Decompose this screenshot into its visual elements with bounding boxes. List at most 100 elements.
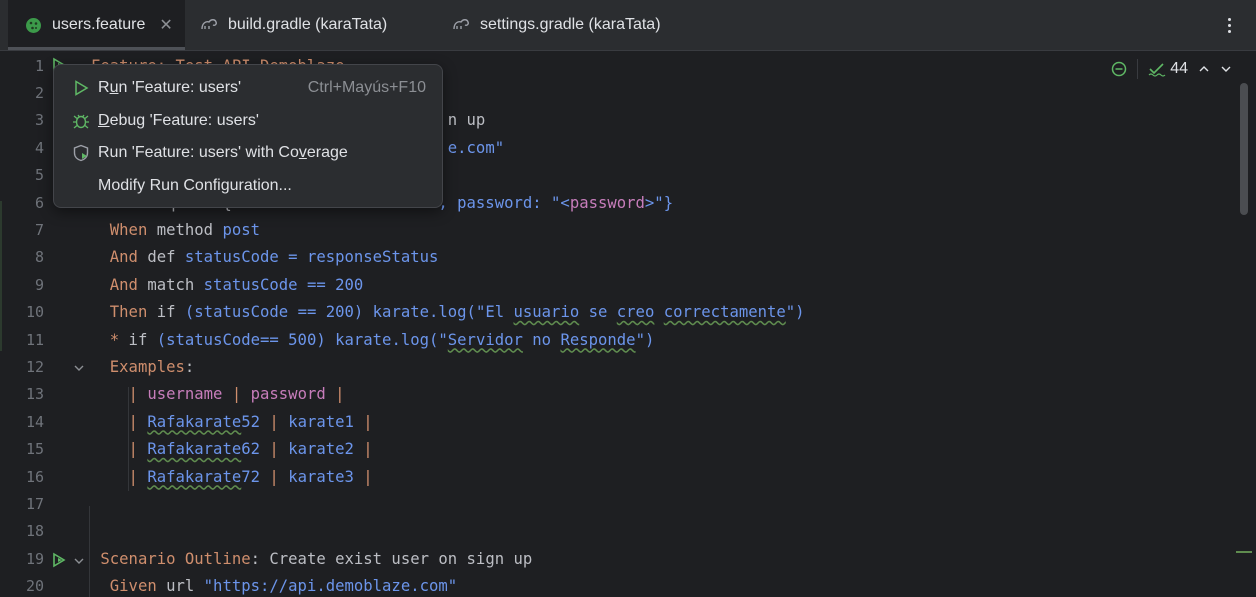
code-token: When <box>91 220 148 239</box>
code-token: | <box>353 467 373 486</box>
code-token: ") <box>785 303 805 322</box>
run-context-popup: Run 'Feature: users' Ctrl+Mayús+F10 Debu… <box>53 64 443 208</box>
chevron-up-icon[interactable] <box>1198 63 1210 75</box>
code-token: if <box>119 330 157 349</box>
code-line[interactable]: | username | password | <box>91 381 345 408</box>
code-token: Rafakarate <box>147 467 242 486</box>
menu-item-run[interactable]: Run 'Feature: users' Ctrl+Mayús+F10 <box>54 72 442 105</box>
fold-chevron-icon[interactable] <box>73 555 85 567</box>
code-token: (statusCode == 200) karate.log("El <box>184 303 514 322</box>
menu-item-debug[interactable]: Debug 'Feature: users' <box>54 105 442 138</box>
code-token: | <box>260 412 289 431</box>
typo-count: 44 <box>1170 60 1188 77</box>
inspection-widget[interactable]: 44 <box>1111 59 1232 79</box>
tab-users-feature[interactable]: users.feature ✕ <box>8 0 185 50</box>
line-number: 12 <box>25 357 44 376</box>
code-token: correctamente <box>663 303 786 322</box>
code-token: karate2 <box>288 440 354 459</box>
run-scenario-icon[interactable] <box>51 552 67 568</box>
scroll-marker <box>1236 551 1252 553</box>
menu-item-label: Modify Run Configuration... <box>98 177 292 195</box>
code-token: | <box>353 412 373 431</box>
line-number: 4 <box>34 138 44 157</box>
line-number: 5 <box>34 166 44 185</box>
code-line[interactable]: | Rafakarate62 | karate2 | <box>91 436 373 463</box>
code-token: password <box>250 385 326 404</box>
code-token: 72 <box>241 467 261 486</box>
code-token: method <box>147 220 223 239</box>
gradle-icon <box>200 16 218 34</box>
menu-item-run-coverage[interactable]: Run 'Feature: users' with Coverage <box>54 137 442 170</box>
code-token: : <box>184 357 195 376</box>
code-token: Rafakarate <box>147 412 242 431</box>
line-number: 17 <box>25 494 44 513</box>
code-token: password <box>569 193 645 212</box>
code-line[interactable]: | Rafakarate52 | karate1 | <box>91 409 373 436</box>
code-token: se <box>579 303 617 322</box>
menu-item-modify-run-config[interactable]: Modify Run Configuration... <box>54 170 442 203</box>
code-line[interactable]: Then if (statusCode == 200) karate.log("… <box>91 299 805 326</box>
code-token: karate1 <box>288 412 354 431</box>
code-token: match <box>137 275 204 294</box>
code-line[interactable]: And match statusCode == 200 <box>91 272 364 299</box>
tab-build-gradle[interactable]: build.gradle (karaTata) <box>200 0 387 50</box>
code-token: creo <box>616 303 655 322</box>
code-token: statusCode == 200 <box>203 275 364 294</box>
line-number: 3 <box>34 111 44 130</box>
code-token: Given <box>91 577 157 596</box>
run-icon <box>75 80 89 96</box>
gradle-icon <box>452 16 470 34</box>
menu-item-label: Debug 'Feature: users' <box>98 111 259 129</box>
tab-label: settings.gradle (karaTata) <box>480 16 661 33</box>
code-token: | <box>91 467 148 486</box>
vertical-scrollbar[interactable] <box>1240 83 1248 215</box>
indent-guide <box>128 387 129 491</box>
code-token: post <box>222 220 261 239</box>
active-tab-indicator <box>8 47 185 50</box>
code-token: url <box>156 577 204 596</box>
code-token: Responde <box>560 330 636 349</box>
code-line[interactable]: And def statusCode = responseStatus <box>91 244 439 271</box>
line-number: 14 <box>25 412 44 431</box>
code-token: e.com" <box>447 138 505 157</box>
chevron-down-icon[interactable] <box>1220 63 1232 75</box>
fold-chevron-icon[interactable] <box>73 362 85 374</box>
menu-item-shortcut: Ctrl+Mayús+F10 <box>307 79 426 97</box>
line-number: 16 <box>25 467 44 486</box>
code-line[interactable]: Examples: <box>91 354 195 381</box>
line-number: 19 <box>25 549 44 568</box>
code-token: "https://api.demoblaze.com" <box>203 577 458 596</box>
code-token: Scenario Outline <box>91 549 251 568</box>
code-token: 62 <box>241 440 261 459</box>
line-number: 10 <box>25 303 44 322</box>
line-number: 2 <box>34 83 44 102</box>
code-token: 52 <box>241 412 261 431</box>
line-number: 1 <box>34 56 44 75</box>
line-number: 13 <box>25 385 44 404</box>
close-icon[interactable]: ✕ <box>159 15 172 35</box>
more-options-icon[interactable] <box>1216 12 1242 38</box>
code-token: usuario <box>513 303 580 322</box>
code-token: if <box>147 303 185 322</box>
code-token: | <box>91 440 148 459</box>
indent-guide <box>89 506 90 597</box>
code-token: | <box>91 412 148 431</box>
code-line[interactable]: * if (statusCode== 500) karate.log("Serv… <box>91 327 655 354</box>
line-number: 8 <box>34 248 44 267</box>
code-token: * <box>91 330 120 349</box>
line-number: 20 <box>25 577 44 596</box>
typo-check-icon <box>1148 63 1166 77</box>
code-token: Examples <box>91 357 185 376</box>
line-number: 18 <box>25 522 44 541</box>
menu-item-label: Run 'Feature: users' <box>98 79 242 97</box>
tab-settings-gradle[interactable]: settings.gradle (karaTata) <box>452 0 661 50</box>
code-token: ") <box>635 330 655 349</box>
code-token: : Create exist user on sign up <box>250 549 533 568</box>
code-line[interactable]: When method post <box>91 217 260 244</box>
code-line[interactable]: Scenario Outline: Create exist user on s… <box>91 546 532 573</box>
code-token: (statusCode== 500) karate.log(" <box>156 330 448 349</box>
code-line[interactable]: Given url "https://api.demoblaze.com" <box>91 573 457 597</box>
code-token: username <box>147 385 223 404</box>
no-problems-icon[interactable] <box>1111 61 1127 77</box>
code-line[interactable]: | Rafakarate72 | karate3 | <box>91 464 373 491</box>
